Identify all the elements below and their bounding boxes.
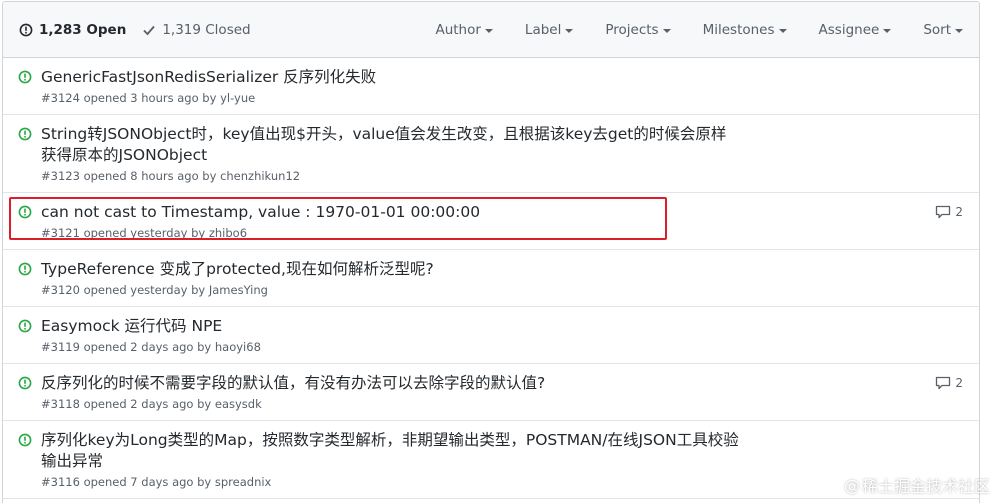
assignee-filter[interactable]: Assignee bbox=[819, 22, 892, 38]
sort-filter-label: Sort bbox=[923, 21, 951, 38]
issue-opened-icon bbox=[18, 205, 32, 219]
assignee-filter-label: Assignee bbox=[818, 21, 880, 38]
sort-filter[interactable]: Sort bbox=[923, 22, 963, 38]
comment-count: 2 bbox=[955, 376, 963, 390]
issue-opened-text: opened 3 hours ago by bbox=[83, 91, 217, 105]
issue-opened-icon bbox=[18, 70, 32, 84]
filter-bar: Author Label Projects Milestones Assigne… bbox=[435, 22, 963, 38]
author-filter[interactable]: Author bbox=[435, 21, 493, 38]
projects-filter-label: Projects bbox=[605, 21, 659, 38]
issue-title-link[interactable]: String转JSONObject时，key值出现$开头，value值会发生改变… bbox=[41, 124, 741, 166]
issue-row: TypeReference 变成了protected,现在如何解析泛型呢? #3… bbox=[3, 250, 979, 307]
issue-opened-icon bbox=[18, 319, 32, 333]
issue-meta: #3120 opened yesterday by JamesYing bbox=[41, 283, 963, 298]
issue-opened-text: opened 2 days ago by bbox=[83, 397, 212, 411]
issue-row: can not cast to Timestamp, value : 1970-… bbox=[3, 193, 979, 250]
label-filter[interactable]: Label bbox=[524, 21, 574, 38]
issue-row: GenericFastJsonRedisSerializer 反序列化失败 #3… bbox=[3, 58, 979, 115]
issue-opened-icon bbox=[18, 433, 32, 447]
closed-count-label: 1,319 Closed bbox=[162, 21, 251, 38]
closed-issues-filter[interactable]: 1,319 Closed bbox=[142, 21, 251, 38]
issue-title-link[interactable]: 反序列化的时候不需要字段的默认值，有没有办法可以去除字段的默认值? bbox=[41, 373, 741, 394]
issue-author-link[interactable]: yl-yue bbox=[220, 91, 255, 105]
check-icon bbox=[143, 25, 156, 35]
watermark-text: 稀土掘金技术社区 bbox=[861, 477, 990, 496]
comments-link[interactable]: 2 bbox=[935, 205, 963, 219]
caret-down-icon bbox=[484, 28, 493, 33]
issue-opened-icon bbox=[19, 23, 33, 36]
issues-list-header: 1,283 Open 1,319 Closed Author Label Pro… bbox=[3, 2, 979, 58]
issue-title-link[interactable]: can not cast to Timestamp, value : 1970-… bbox=[41, 202, 741, 223]
issue-meta: #3116 opened 7 days ago by spreadnix bbox=[41, 475, 963, 490]
issue-row: 反序列化的时候不需要字段的默认值，有没有办法可以去除字段的默认值? #3118 … bbox=[3, 364, 979, 421]
issue-title-link[interactable]: 序列化key为Long类型的Map，按照数字类型解析，非期望输出类型，POSTM… bbox=[41, 430, 741, 472]
issue-row: String转JSONObject时，key值出现$开头，value值会发生改变… bbox=[3, 115, 979, 193]
issue-row: Easymock 运行代码 NPE #3119 opened 2 days ag… bbox=[3, 307, 979, 364]
open-count-label: 1,283 Open bbox=[39, 21, 127, 38]
issue-meta: #3121 opened yesterday by zhibo6 bbox=[41, 226, 963, 241]
issue-author-link[interactable]: JamesYing bbox=[209, 283, 268, 297]
issue-author-link[interactable]: spreadnix bbox=[215, 475, 271, 489]
label-filter-label: Label bbox=[524, 21, 562, 38]
caret-down-icon bbox=[565, 28, 574, 33]
issue-title-link[interactable]: TypeReference 变成了protected,现在如何解析泛型呢? bbox=[41, 259, 741, 280]
caret-down-icon bbox=[955, 28, 963, 33]
issue-title-link[interactable]: Easymock 运行代码 NPE bbox=[41, 316, 741, 337]
issue-opened-text: opened 7 days ago by bbox=[83, 475, 212, 489]
issue-author-link[interactable]: haoyi68 bbox=[215, 340, 261, 354]
open-issues-filter[interactable]: 1,283 Open bbox=[19, 22, 126, 38]
projects-filter[interactable]: Projects bbox=[605, 21, 671, 38]
comment-icon bbox=[936, 205, 951, 219]
comments-link[interactable]: 2 bbox=[935, 376, 963, 390]
author-filter-label: Author bbox=[435, 21, 481, 38]
at-icon: @ bbox=[843, 475, 860, 495]
issue-number: #3119 bbox=[41, 340, 80, 354]
issue-row: 序列化key为Long类型的Map，按照数字类型解析，非期望输出类型，POSTM… bbox=[3, 421, 979, 499]
comment-count: 2 bbox=[955, 205, 963, 219]
issue-opened-icon bbox=[18, 127, 32, 141]
issue-opened-text: opened yesterday by bbox=[83, 226, 206, 240]
issue-opened-text: opened yesterday by bbox=[83, 283, 206, 297]
issue-number: #3120 bbox=[41, 283, 80, 297]
caret-down-icon bbox=[883, 28, 892, 33]
comment-icon bbox=[936, 376, 951, 390]
issue-author-link[interactable]: zhibo6 bbox=[209, 226, 247, 240]
issue-meta: #3124 opened 3 hours ago by yl-yue bbox=[41, 91, 963, 106]
issue-author-link[interactable]: chenzhikun12 bbox=[220, 169, 300, 183]
issue-number: #3123 bbox=[41, 169, 80, 183]
issue-number: #3121 bbox=[41, 226, 80, 240]
issue-number: #3118 bbox=[41, 397, 80, 411]
issue-number: #3116 bbox=[41, 475, 80, 489]
milestones-filter-label: Milestones bbox=[702, 21, 775, 38]
issue-meta: #3118 opened 2 days ago by easysdk bbox=[41, 397, 963, 412]
issue-opened-icon bbox=[18, 262, 32, 276]
issue-opened-icon bbox=[18, 376, 32, 390]
watermark: @ 稀土掘金技术社区 bbox=[844, 473, 990, 497]
caret-down-icon bbox=[662, 28, 671, 33]
issue-title-link[interactable]: GenericFastJsonRedisSerializer 反序列化失败 bbox=[41, 67, 741, 88]
milestones-filter[interactable]: Milestones bbox=[703, 22, 787, 38]
issue-meta: #3123 opened 8 hours ago by chenzhikun12 bbox=[41, 169, 963, 184]
issue-opened-text: opened 8 hours ago by bbox=[83, 169, 217, 183]
caret-down-icon bbox=[778, 28, 787, 33]
issue-meta: #3119 opened 2 days ago by haoyi68 bbox=[41, 340, 963, 355]
issues-list-box: 1,283 Open 1,319 Closed Author Label Pro… bbox=[2, 1, 980, 503]
issue-opened-text: opened 2 days ago by bbox=[83, 340, 212, 354]
issue-author-link[interactable]: easysdk bbox=[215, 397, 262, 411]
issue-number: #3124 bbox=[41, 91, 80, 105]
